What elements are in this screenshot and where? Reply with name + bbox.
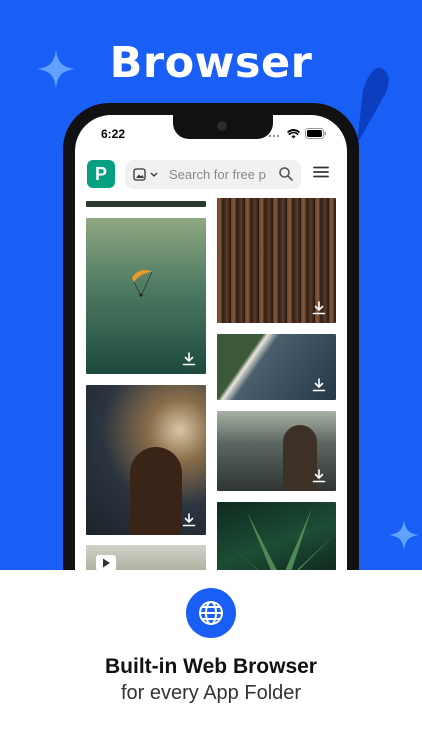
wifi-icon <box>287 128 300 138</box>
signal-icon <box>268 134 280 138</box>
download-icon[interactable] <box>182 352 196 366</box>
hamburger-menu-icon[interactable] <box>313 166 329 178</box>
photo-thumbnail[interactable] <box>217 198 336 323</box>
caption-subtitle: for every App Folder <box>120 682 302 704</box>
photo-thumbnail[interactable] <box>217 334 336 400</box>
photo-thumbnail[interactable] <box>86 218 206 374</box>
sparkle-icon <box>389 520 419 550</box>
chevron-down-icon[interactable] <box>150 172 158 177</box>
search-icon[interactable] <box>279 167 293 181</box>
download-icon[interactable] <box>182 513 196 527</box>
caption-title: Built-in Web Browser <box>105 655 317 678</box>
photo-thumbnail[interactable] <box>217 411 336 491</box>
person-silhouette <box>130 447 182 535</box>
image-search-icon[interactable] <box>133 168 146 181</box>
search-bar[interactable]: Search for free p <box>125 160 301 189</box>
paraglider-shape <box>132 270 153 297</box>
download-icon[interactable] <box>312 301 326 315</box>
camera-icon <box>217 121 227 131</box>
phone-notch <box>173 115 273 139</box>
globe-icon <box>186 588 236 638</box>
browser-toolbar: P Search for free p <box>75 157 347 197</box>
photo-thumbnail[interactable] <box>86 385 206 535</box>
download-icon[interactable] <box>312 378 326 392</box>
phone-screen: 6:22 P Search for free p <box>75 115 347 615</box>
search-input[interactable]: Search for free p <box>169 160 273 189</box>
photo-thumbnail[interactable] <box>86 201 206 207</box>
sparkle-icon <box>37 50 75 88</box>
battery-icon <box>305 128 326 139</box>
status-time: 6:22 <box>101 127 126 141</box>
bottom-caption-panel: Built-in Web Browser for every App Folde… <box>0 570 422 750</box>
download-icon[interactable] <box>312 469 326 483</box>
status-icons <box>268 128 327 139</box>
app-logo[interactable]: P <box>87 160 115 188</box>
play-icon[interactable] <box>96 555 116 571</box>
phone-frame: 6:22 P Search for free p <box>63 103 359 623</box>
